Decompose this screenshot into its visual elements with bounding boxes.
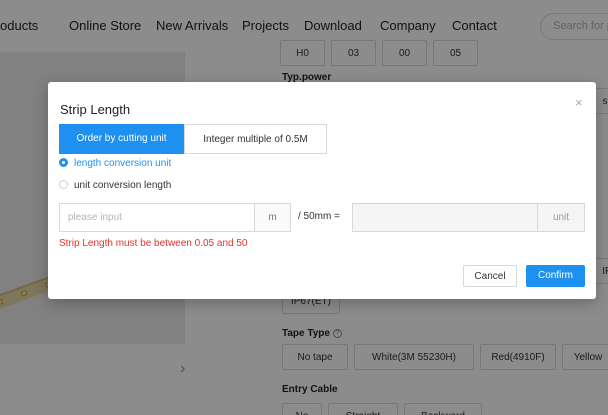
radio-length-conversion-unit[interactable]: length conversion unit xyxy=(59,158,171,169)
unit-m-addon: m xyxy=(255,203,291,232)
length-input-placeholder: please input xyxy=(68,212,122,223)
close-icon[interactable]: × xyxy=(575,95,583,110)
dialog-title: Strip Length xyxy=(60,102,131,117)
conversion-text: / 50mm = xyxy=(298,211,340,222)
radio-unit-conversion-length[interactable]: unit conversion length xyxy=(59,180,171,191)
tab-order-by-cutting-unit[interactable]: Order by cutting unit xyxy=(59,124,184,154)
unit-result-field xyxy=(352,203,538,232)
strip-length-dialog: Strip Length × Order by cutting unit Int… xyxy=(48,82,596,299)
tab-integer-multiple[interactable]: Integer multiple of 0.5M xyxy=(184,124,327,154)
radio-unchecked-icon[interactable] xyxy=(59,180,68,189)
radio-checked-icon[interactable] xyxy=(59,158,68,167)
cancel-button[interactable]: Cancel xyxy=(463,265,517,287)
length-input[interactable]: please input xyxy=(59,203,255,232)
error-message: Strip Length must be between 0.05 and 50 xyxy=(59,238,248,249)
unit-addon: unit xyxy=(538,203,585,232)
confirm-button[interactable]: Confirm xyxy=(526,265,585,287)
